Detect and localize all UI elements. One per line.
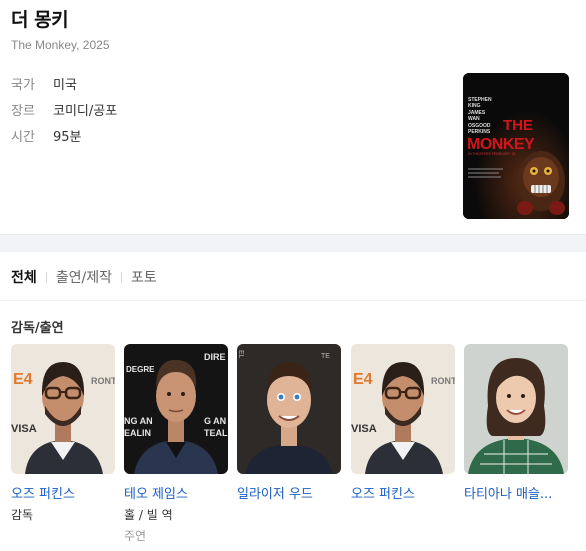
svg-text:NG AN: NG AN	[124, 416, 153, 426]
cast-photo[interactable]	[464, 344, 568, 474]
cast-name[interactable]: 오즈 퍼킨스	[351, 483, 457, 502]
meta-value: 코미디/공포	[53, 104, 118, 119]
cast-name[interactable]: 테오 제임스	[124, 483, 230, 502]
cast-photo[interactable]: E4 RONTO VISA	[11, 344, 115, 474]
svg-text:G AN: G AN	[204, 416, 226, 426]
cast-name[interactable]: 타티아나 매슬...	[464, 483, 570, 502]
svg-text:E4: E4	[13, 371, 33, 388]
cast-photo[interactable]: EL TE	[237, 344, 341, 474]
meta-key: 시간	[11, 130, 35, 145]
svg-text:TEAL: TEAL	[204, 428, 228, 438]
cast-name[interactable]: 오즈 퍼킨스	[11, 483, 117, 502]
svg-text:VISA: VISA	[351, 423, 377, 435]
cast-card[interactable]: EL TE 일라이저 우드	[237, 344, 343, 502]
cast-name[interactable]: 일라이저 우드	[237, 483, 343, 502]
movie-subtitle: The Monkey, 2025	[11, 38, 110, 52]
poster-credit: WAN	[468, 116, 480, 122]
svg-text:VISA: VISA	[11, 423, 37, 435]
svg-text:EALIN: EALIN	[124, 428, 151, 438]
cast-card[interactable]: 타티아나 매슬...	[464, 344, 570, 502]
cast-photo[interactable]: E4 RONTO VISA	[351, 344, 455, 474]
section-title: 감독/출연	[11, 321, 64, 336]
poster-title-the: THE	[503, 117, 533, 134]
cast-card[interactable]: DEGRE DIRE NG AN EALIN G AN TEAL 테오 제임스 …	[124, 344, 230, 544]
tab-cast-crew[interactable]: 출연/제작	[56, 267, 112, 287]
tab-separator	[121, 271, 123, 283]
meta-genre: 장르 코미디/공포	[11, 100, 117, 119]
meta-key: 장르	[11, 104, 35, 119]
poster-tagline: IN THEATERS FEBRUARY 21	[468, 152, 516, 156]
svg-text:E4: E4	[353, 371, 373, 388]
meta-country: 국가 미국	[11, 74, 77, 93]
movie-poster[interactable]: STEPHEN KING JAMES WAN OSGOOD PERKINS TH…	[463, 73, 569, 219]
cast-role: 감독	[11, 508, 34, 522]
tab-bar: 전체 출연/제작 포토	[11, 267, 157, 287]
svg-text:EL: EL	[237, 350, 244, 359]
meta-value: 95분	[53, 130, 82, 145]
tab-all[interactable]: 전체	[11, 267, 37, 287]
svg-text:TE: TE	[321, 353, 330, 360]
svg-text:RONTO: RONTO	[91, 376, 115, 386]
tabs-underline	[0, 300, 586, 301]
svg-text:RONTO: RONTO	[431, 376, 455, 386]
movie-title: 더 몽키	[11, 9, 69, 31]
section-divider	[0, 234, 586, 252]
poster-credit: PERKINS	[468, 129, 491, 135]
svg-text:DIRE: DIRE	[204, 352, 226, 362]
poster-credit: KING	[468, 103, 481, 109]
tab-separator	[45, 271, 47, 283]
meta-key: 국가	[11, 78, 35, 93]
svg-text:DEGRE: DEGRE	[126, 365, 155, 374]
tab-photos[interactable]: 포토	[131, 267, 157, 287]
cast-photo[interactable]: DEGRE DIRE NG AN EALIN G AN TEAL	[124, 344, 228, 474]
meta-value: 미국	[53, 78, 77, 93]
cast-card[interactable]: E4 RONTO VISA 오즈 퍼킨스	[351, 344, 457, 502]
meta-runtime: 시간 95분	[11, 126, 82, 145]
cast-role: 홀 / 빌 역	[124, 508, 173, 522]
cast-role-type: 주연	[124, 529, 147, 543]
cast-card[interactable]: E4 RONTO VISA 오즈 퍼킨스 감독	[11, 344, 117, 523]
movie-info-card: 더 몽키 The Monkey, 2025 국가 미국 장르 코미디/공포 시간…	[0, 0, 586, 234]
poster-title-main: MONKEY	[467, 136, 535, 153]
